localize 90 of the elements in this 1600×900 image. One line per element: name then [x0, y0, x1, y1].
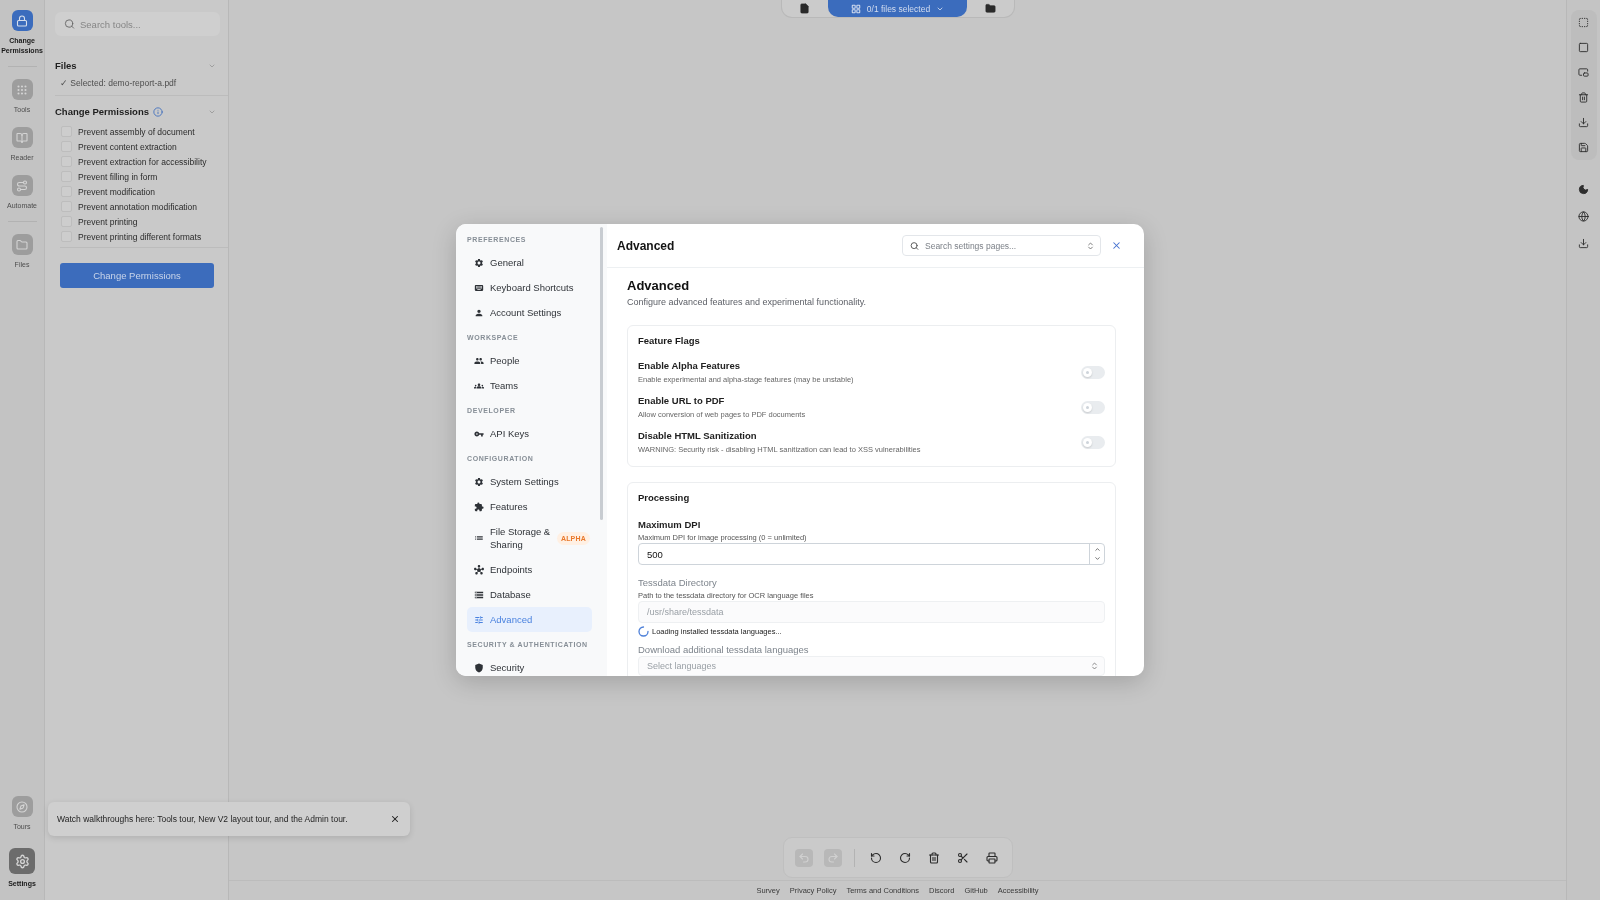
hub-icon	[474, 564, 484, 575]
nav-item[interactable]: Database	[467, 582, 592, 607]
nav-item[interactable]: System Settings	[467, 469, 592, 494]
route-icon	[11, 175, 33, 196]
section-title: Files	[55, 60, 77, 72]
option-label: Prevent content extraction	[78, 140, 177, 153]
shield-icon	[474, 662, 484, 673]
toggle-switch[interactable]	[1081, 436, 1105, 449]
save-icon[interactable]	[1578, 142, 1589, 153]
gear-icon	[474, 476, 484, 487]
search-field[interactable]: Search tools...	[55, 12, 220, 36]
option-label: Prevent extraction for accessibility	[78, 155, 207, 168]
undo-icon	[797, 851, 810, 864]
people-icon	[474, 355, 484, 366]
printer-icon	[985, 851, 998, 864]
trash-icon[interactable]	[1578, 92, 1589, 103]
toggle-switch[interactable]	[1081, 401, 1105, 414]
page-subtitle: Configure advanced features and experimental functionality.	[627, 297, 867, 308]
page-title: Advanced	[627, 278, 691, 294]
nav-item[interactable]: Keyboard Shortcuts	[467, 275, 592, 300]
gear-icon	[9, 848, 35, 874]
spinner-icon	[638, 626, 649, 637]
toggle-switch[interactable]	[1081, 366, 1105, 379]
scissors-icon	[956, 851, 969, 864]
globe-icon[interactable]	[1578, 211, 1589, 222]
database-icon	[474, 589, 484, 600]
lock-icon	[11, 10, 33, 31]
book-icon	[11, 127, 33, 148]
folder-icon	[11, 234, 33, 255]
rotate-right-icon	[898, 851, 911, 864]
setting-title: Disable HTML Sanitization	[638, 430, 758, 442]
list-icon	[474, 533, 484, 543]
option-label: Prevent printing	[78, 215, 138, 228]
dialog-title: Advanced	[617, 238, 675, 253]
sliders-icon	[474, 614, 484, 625]
view-button[interactable]: 0/1 files selected	[828, 0, 967, 17]
rotate-left-icon	[869, 851, 882, 864]
option-label: Prevent modification	[78, 185, 155, 198]
puzzle-icon	[474, 501, 484, 512]
nav-item[interactable]: Features	[467, 494, 592, 519]
close-icon[interactable]	[390, 814, 400, 824]
download-icon[interactable]	[1578, 238, 1589, 249]
nav-item[interactable]: General	[467, 250, 592, 275]
chevrons-icon	[1090, 661, 1099, 671]
search-icon	[910, 241, 919, 250]
nav-item[interactable]: Teams	[467, 373, 592, 398]
setting-title: Enable Alpha Features	[638, 360, 742, 372]
redo-icon	[826, 851, 839, 864]
nav-item[interactable]: Advanced	[467, 607, 592, 632]
section-title: Change Permissions	[55, 106, 149, 118]
setting-title: Enable URL to PDF	[638, 395, 726, 407]
field-label: Tessdata Directory	[638, 577, 718, 589]
square-icon[interactable]	[1578, 42, 1589, 53]
keyboard-icon	[474, 282, 484, 293]
person-icon	[474, 307, 484, 318]
option-label: Prevent filling in form	[78, 170, 158, 183]
folder-icon	[984, 3, 996, 14]
nav-item[interactable]: People	[467, 348, 592, 373]
field-label: Maximum DPI	[638, 519, 702, 531]
option-label: Prevent printing different formats	[78, 230, 202, 243]
moon-icon[interactable]	[1578, 184, 1589, 195]
dot-grid-icon	[11, 79, 33, 100]
card-title: Processing	[638, 492, 691, 504]
settings-search-field[interactable]: Search settings pages...	[902, 235, 1101, 256]
nav-item[interactable]: Endpoints	[467, 557, 592, 582]
download-icon[interactable]	[1578, 117, 1589, 128]
info-icon[interactable]	[153, 107, 163, 117]
chevrons-icon	[1086, 241, 1095, 250]
submit-button[interactable]: Change Permissions	[60, 263, 214, 288]
option-label: Prevent assembly of document	[78, 125, 195, 138]
card-title: Feature Flags	[638, 335, 701, 347]
nav-item[interactable]: Account Settings	[467, 300, 592, 325]
search-icon	[64, 18, 75, 30]
document-icon	[799, 3, 811, 14]
selected-file-text: ✓ Selected: demo-report-a.pdf	[59, 77, 178, 89]
nav-item[interactable]: API Keys	[467, 421, 592, 446]
picture-in-picture-icon[interactable]	[1578, 67, 1589, 78]
dashed-square-icon[interactable]	[1578, 17, 1589, 28]
toast-message: Watch walkthroughs here: Tools tour, New V2 layout tour, and the Admin tour.	[57, 813, 348, 825]
chevron-down-icon[interactable]	[1093, 555, 1101, 562]
chevron-up-icon[interactable]	[1093, 546, 1101, 553]
compass-icon	[11, 796, 33, 817]
option-label: Prevent annotation modification	[78, 200, 198, 213]
number-field[interactable]: 500	[638, 543, 1105, 565]
trash-icon	[927, 851, 940, 864]
grid-icon	[850, 3, 861, 14]
gear-icon	[474, 257, 484, 268]
nav-item[interactable]: Security	[467, 655, 592, 676]
close-icon[interactable]	[1111, 240, 1122, 251]
field-label: Download additional tessdata languages	[638, 644, 810, 656]
